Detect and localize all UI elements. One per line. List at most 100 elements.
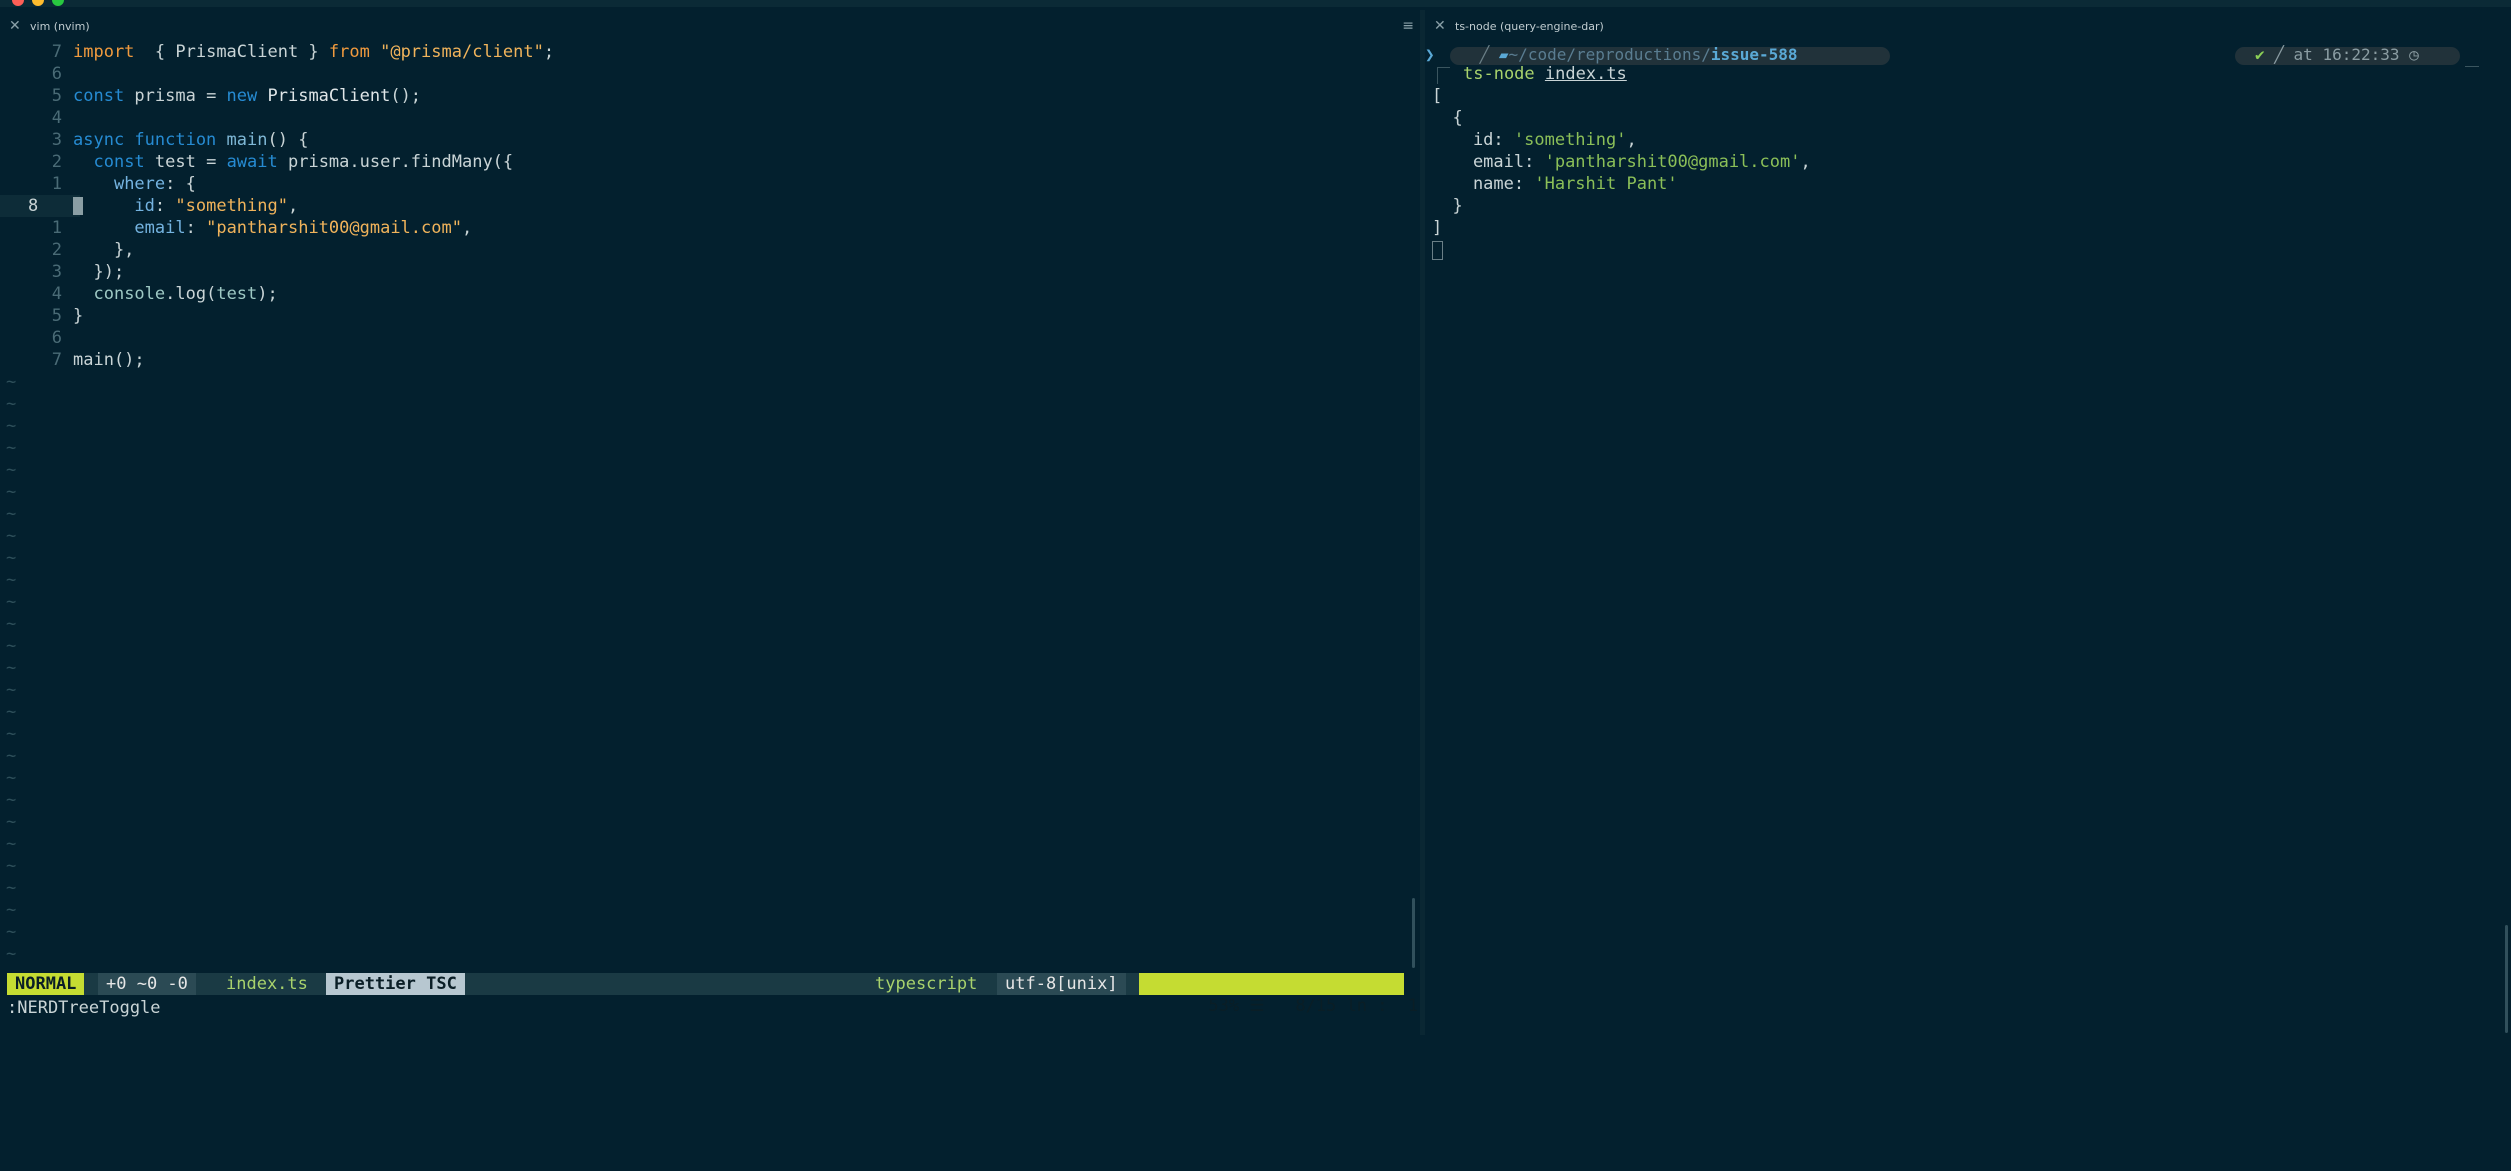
tilde-marker: ~ xyxy=(6,724,17,744)
tilde-marker: ~ xyxy=(6,548,17,568)
close-tab-icon[interactable]: ✕ xyxy=(1434,18,1446,34)
empty-buffer-line: ~ xyxy=(0,701,1420,723)
code-token: : xyxy=(185,218,207,238)
code-line[interactable]: 6 xyxy=(0,327,1420,349)
code-token: }); xyxy=(73,262,125,282)
code-line[interactable]: 4 xyxy=(0,107,1420,129)
tilde-marker: ~ xyxy=(6,834,17,854)
empty-buffer-line: ~ xyxy=(0,569,1420,591)
tilde-marker: ~ xyxy=(6,438,17,458)
terminal-pane[interactable]: ✕ ts-node (query-engine-dar) ❯ ╱ ▰~/code… xyxy=(1425,10,2511,1035)
line-number: 3 xyxy=(51,262,62,282)
tilde-marker: ~ xyxy=(6,900,17,920)
empty-buffer-line: ~ xyxy=(0,525,1420,547)
code-token: main xyxy=(216,130,268,150)
code-editor[interactable]: 7 import { PrismaClient } from "@prisma/c… xyxy=(0,41,1420,965)
code-token: .log( xyxy=(165,284,217,304)
terminal-scrollbar[interactable] xyxy=(2505,925,2508,1033)
path-prefix: ~/code/reproductions/ xyxy=(1508,45,1711,64)
line-number: 7 xyxy=(51,42,62,62)
minimize-window-button[interactable] xyxy=(32,0,44,6)
tilde-marker: ~ xyxy=(6,944,17,964)
tilde-marker: ~ xyxy=(6,856,17,876)
output-line: [ xyxy=(1432,86,1443,106)
code-token: await xyxy=(226,152,278,172)
code-line[interactable]: 5} xyxy=(0,305,1420,327)
tilde-marker: ~ xyxy=(6,658,17,678)
line-column: 8/15 ln : 1 xyxy=(1295,996,1419,1016)
linter-status: Prettier TSC xyxy=(326,973,465,995)
code-token: : { xyxy=(165,174,196,194)
typed-command: ts-node xyxy=(1463,64,1535,84)
code-line[interactable]: 1 where: { xyxy=(0,173,1420,195)
code-token: test xyxy=(216,284,258,304)
terminal-tab-header: ✕ ts-node (query-engine-dar) xyxy=(1425,10,2511,46)
line-number: 7 xyxy=(51,350,62,370)
tilde-marker: ~ xyxy=(6,372,17,392)
code-text: }, xyxy=(73,239,134,261)
tilde-marker: ~ xyxy=(6,768,17,788)
prompt-time: at 16:22:33 xyxy=(2293,45,2400,64)
empty-buffer-line: ~ xyxy=(0,547,1420,569)
code-line[interactable]: 7 main(); xyxy=(0,349,1420,371)
code-line[interactable]: 3 async function main() { xyxy=(0,129,1420,151)
code-token: () { xyxy=(267,130,309,150)
vim-scrollbar[interactable] xyxy=(1412,898,1415,968)
code-text: id: "something", xyxy=(73,195,298,217)
empty-buffer-line: ~ xyxy=(0,943,1420,965)
empty-buffer-line: ~ xyxy=(0,745,1420,767)
empty-buffer-line: ~ xyxy=(0,679,1420,701)
empty-buffer-line: ~ xyxy=(0,393,1420,415)
code-text: const prisma = new PrismaClient(); xyxy=(73,85,421,107)
code-token: "something" xyxy=(175,196,288,216)
close-tab-icon[interactable]: ✕ xyxy=(9,18,21,34)
code-token: : xyxy=(154,196,176,216)
code-token: , xyxy=(287,196,299,216)
code-line[interactable]: 4 console.log(test); xyxy=(0,283,1420,305)
code-token: }, xyxy=(73,240,135,260)
vim-pane[interactable]: ✕ vim (nvim) ≡ 7 import { PrismaClient } … xyxy=(0,10,1420,1035)
output-line: ] xyxy=(1432,218,1443,238)
tilde-marker: ~ xyxy=(6,592,17,612)
vim-statusline: NORMAL +0 ~0 -0 index.ts Prettier TSC ty… xyxy=(7,973,1418,1016)
path-current: issue-588 xyxy=(1710,45,1798,64)
close-window-button[interactable] xyxy=(12,0,24,6)
pane-menu-icon[interactable]: ≡ xyxy=(1402,18,1414,34)
output-line: id: 'something', xyxy=(1432,130,1637,150)
code-text: } xyxy=(73,305,83,327)
scroll-percent: 53% ☰ xyxy=(1208,996,1265,1016)
tilde-marker: ~ xyxy=(6,504,17,524)
code-line[interactable]: 8 id: "something", xyxy=(0,195,1420,217)
code-line[interactable]: 2 const test = await prisma.user.findMan… xyxy=(0,151,1420,173)
command-argument: index.ts xyxy=(1544,64,1627,84)
zoom-window-button[interactable] xyxy=(52,0,64,6)
empty-buffer-line: ~ xyxy=(0,767,1420,789)
tilde-marker: ~ xyxy=(6,812,17,832)
code-token: main(); xyxy=(73,350,145,370)
tilde-marker: ~ xyxy=(6,922,17,942)
code-line[interactable]: 5 const prisma = new PrismaClient(); xyxy=(0,85,1420,107)
empty-buffer-line: ~ xyxy=(0,855,1420,877)
terminal-output[interactable]: ts-node index.ts [ { id: 'something', em… xyxy=(1425,63,2505,261)
code-token: PrismaClient xyxy=(257,86,391,106)
tilde-marker: ~ xyxy=(6,680,17,700)
code-line[interactable]: 3 }); xyxy=(0,261,1420,283)
code-line[interactable]: 7 import { PrismaClient } from "@prisma/c… xyxy=(0,41,1420,63)
code-line[interactable]: 6 xyxy=(0,63,1420,85)
code-line[interactable]: 1 email: "pantharshit00@gmail.com", xyxy=(0,217,1420,239)
code-token: , xyxy=(461,218,473,238)
tilde-marker: ~ xyxy=(6,460,17,480)
code-line[interactable]: 2 }, xyxy=(0,239,1420,261)
code-text: const test = await prisma.user.findMany(… xyxy=(73,151,513,173)
command-line[interactable]: :NERDTreeToggle xyxy=(7,997,161,1019)
tilde-marker: ~ xyxy=(6,526,17,546)
tilde-marker: ~ xyxy=(6,394,17,414)
line-number: 1 xyxy=(51,174,62,194)
output-line: { xyxy=(1432,108,1463,128)
encoding-indicator: utf-8[unix] xyxy=(997,973,1126,995)
line-number: 6 xyxy=(51,64,62,84)
tilde-marker: ~ xyxy=(6,636,17,656)
line-number: 1 xyxy=(51,218,62,238)
